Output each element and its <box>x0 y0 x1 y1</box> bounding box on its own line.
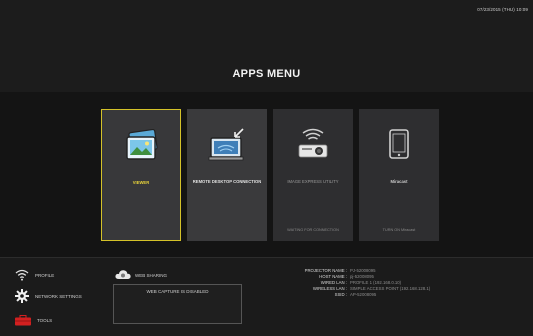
remote-desktop-tile[interactable]: REMOTE DESKTOP CONNECTION <box>187 109 267 241</box>
viewer-tile[interactable]: VIEWER <box>101 109 181 241</box>
photo-icon <box>126 129 158 160</box>
network-settings-label: NETWORK SETTINGS <box>35 293 82 299</box>
remote-desktop-icon <box>208 128 244 161</box>
header: 07/23/2015 (THU) 10:09 APPS MENU <box>0 0 533 93</box>
tile-status: WAITING FOR CONNECTION <box>287 228 339 232</box>
toolbox-icon <box>15 314 31 325</box>
tile-label: IMAGE EXPRESS UTILITY <box>287 179 339 184</box>
ssid-label: SSID : <box>334 292 347 297</box>
apps-grid: VIEWER REMOTE DESKTOP CONNECTION IMAGE E… <box>0 92 533 257</box>
status-bar: PROFILE NETWORK SETTINGS TOOLS WEB SHARI… <box>0 257 533 336</box>
info-row: SSID : AP-52008095 <box>270 292 533 298</box>
profile-label: PROFILE <box>35 272 55 278</box>
gear-icon <box>15 289 29 303</box>
tools-label: TOOLS <box>37 317 53 323</box>
tile-label: REMOTE DESKTOP CONNECTION <box>192 179 262 184</box>
tools-button[interactable]: TOOLS <box>15 313 52 327</box>
tile-label: VIEWER <box>132 180 150 185</box>
web-capture-status: WEB CAPTURE IS DISABLED <box>113 284 242 324</box>
page-title: APPS MENU <box>232 68 301 80</box>
image-express-tile[interactable]: IMAGE EXPRESS UTILITY WAITING FOR CONNEC… <box>273 109 353 241</box>
network-info: PROJECTOR NAME : PJ-52008095 HOST NAME :… <box>270 268 533 298</box>
wifi-icon <box>15 269 29 281</box>
ssid-value: AP-52008095 <box>350 292 377 297</box>
tile-label: Miracast <box>390 179 408 184</box>
tablet-icon <box>389 129 409 159</box>
profile-button[interactable]: PROFILE <box>15 268 54 282</box>
datetime: 07/23/2015 (THU) 10:09 <box>477 7 528 12</box>
network-settings-button[interactable]: NETWORK SETTINGS <box>15 289 82 303</box>
web-sharing-label: WEB SHARING <box>135 273 168 278</box>
web-sharing-cloud-icon[interactable] <box>115 269 131 280</box>
miracast-tile[interactable]: Miracast TURN ON Miracast <box>359 109 439 241</box>
projector-icon <box>298 128 328 158</box>
tile-status: TURN ON Miracast <box>382 228 416 232</box>
